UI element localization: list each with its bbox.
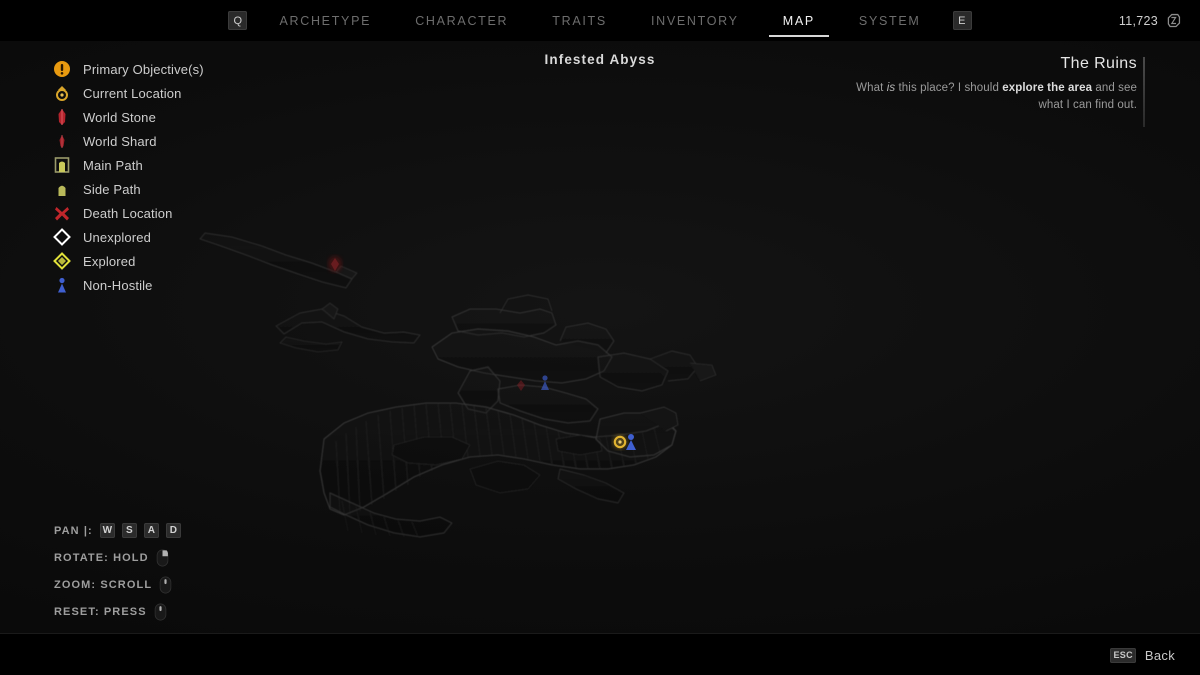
legend-item-death-location: Death Location <box>52 201 292 225</box>
mouse-middle-icon <box>154 603 166 620</box>
tab-label: MAP <box>782 13 815 28</box>
explored-icon <box>53 252 71 270</box>
tab-label: ARCHETYPE <box>279 13 372 28</box>
non-hostile-marker <box>541 375 549 390</box>
map-controls-hints: PAN |: W S A D ROTATE: HOLD ZOOM: SCROLL <box>54 517 181 625</box>
non-hostile-icon <box>58 277 66 293</box>
death-location-icon <box>55 207 69 221</box>
quest-description: What is this place? I should explore the… <box>837 80 1137 113</box>
legend-label: Death Location <box>83 205 173 221</box>
key-s[interactable]: S <box>121 523 137 538</box>
legend-label: Primary Objective(s) <box>83 61 204 77</box>
quest-panel-divider <box>1143 57 1145 127</box>
currency-amount: 11,723 <box>1118 13 1158 28</box>
world-stone-marker <box>328 256 342 272</box>
main-path-icon <box>54 157 70 173</box>
map-legend: Primary Objective(s) Current Location Wo… <box>52 57 292 297</box>
prev-tab-key[interactable]: Q <box>228 11 248 30</box>
key-d[interactable]: D <box>165 523 181 538</box>
esc-key-badge[interactable]: ESC <box>1110 647 1136 663</box>
world-shard-icon <box>59 135 65 148</box>
back-label: Back <box>1144 647 1175 663</box>
quest-text-c: and <box>1092 82 1115 94</box>
side-path-icon <box>58 185 66 196</box>
legend-label: Explored <box>83 253 136 269</box>
hint-label: RESET: PRESS <box>54 605 147 618</box>
hint-label: ROTATE: HOLD <box>54 551 149 564</box>
legend-label: Side Path <box>83 181 141 197</box>
hint-label: ZOOM: SCROLL <box>54 578 153 591</box>
world-shard-marker <box>517 380 525 391</box>
legend-item-world-stone: World Stone <box>52 105 292 129</box>
legend-label: World Shard <box>83 133 157 149</box>
hint-label: PAN |: <box>54 524 93 537</box>
tab-system[interactable]: SYSTEM <box>837 0 943 41</box>
tab-label: TRAITS <box>552 13 607 28</box>
legend-item-main-path: Main Path <box>52 153 292 177</box>
legend-label: Current Location <box>83 85 182 101</box>
tab-archetype[interactable]: ARCHETYPE <box>257 0 393 41</box>
legend-item-explored: Explored <box>52 249 292 273</box>
quest-title: The Ruins <box>1060 55 1137 72</box>
tab-character[interactable]: CHARACTER <box>393 0 530 41</box>
scrap-icon <box>1167 13 1181 28</box>
legend-label: Unexplored <box>83 229 151 245</box>
quest-text-a: What <box>856 82 887 94</box>
hint-zoom: ZOOM: SCROLL <box>54 571 181 598</box>
quest-text-highlight: explore the area <box>1002 82 1093 94</box>
legend-item-non-hostile: Non-Hostile <box>52 273 292 297</box>
back-button[interactable]: ESC Back <box>1110 634 1175 675</box>
map-body: Infested Abyss Primary Objective(s) Curr… <box>0 41 1200 633</box>
quest-text-b: this place? I should <box>895 82 1003 94</box>
legend-label: Non-Hostile <box>83 277 153 293</box>
tab-map[interactable]: MAP <box>761 0 837 41</box>
quest-panel: The Ruins What is this place? I should e… <box>837 55 1137 113</box>
current-location-icon <box>56 86 68 101</box>
mouse-wheel-icon <box>159 576 172 593</box>
quest-text-emphasis: is <box>886 82 896 94</box>
current-location-marker <box>612 434 628 450</box>
tab-label: CHARACTER <box>415 13 509 28</box>
currency-display: 11,723 <box>1119 0 1182 41</box>
legend-label: World Stone <box>83 109 156 125</box>
map-screen: Q ARCHETYPE CHARACTER TRAITS INVENTORY M… <box>0 0 1200 675</box>
unexplored-icon <box>53 228 71 246</box>
world-stone-icon <box>58 109 66 125</box>
mouse-right-icon <box>156 549 168 566</box>
hint-rotate: ROTATE: HOLD <box>54 544 181 571</box>
tab-traits[interactable]: TRAITS <box>530 0 629 41</box>
tab-label: SYSTEM <box>858 13 921 28</box>
top-nav-bar: Q ARCHETYPE CHARACTER TRAITS INVENTORY M… <box>0 0 1200 41</box>
objective-icon <box>54 61 70 77</box>
key-w[interactable]: W <box>99 523 115 538</box>
legend-item-side-path: Side Path <box>52 177 292 201</box>
legend-label: Main Path <box>83 157 143 173</box>
tab-label: INVENTORY <box>650 13 739 28</box>
key-a[interactable]: A <box>143 523 159 538</box>
legend-item-unexplored: Unexplored <box>52 225 292 249</box>
footer-bar: ESC Back <box>0 633 1200 675</box>
non-hostile-marker <box>626 434 636 450</box>
hint-reset: RESET: PRESS <box>54 598 181 625</box>
tab-strip: Q ARCHETYPE CHARACTER TRAITS INVENTORY M… <box>228 0 972 41</box>
legend-item-current-location: Current Location <box>52 81 292 105</box>
legend-item-world-shard: World Shard <box>52 129 292 153</box>
tab-inventory[interactable]: INVENTORY <box>629 0 761 41</box>
hint-pan: PAN |: W S A D <box>54 517 181 544</box>
next-tab-key[interactable]: E <box>952 11 972 30</box>
legend-item-primary-objective: Primary Objective(s) <box>52 57 292 81</box>
